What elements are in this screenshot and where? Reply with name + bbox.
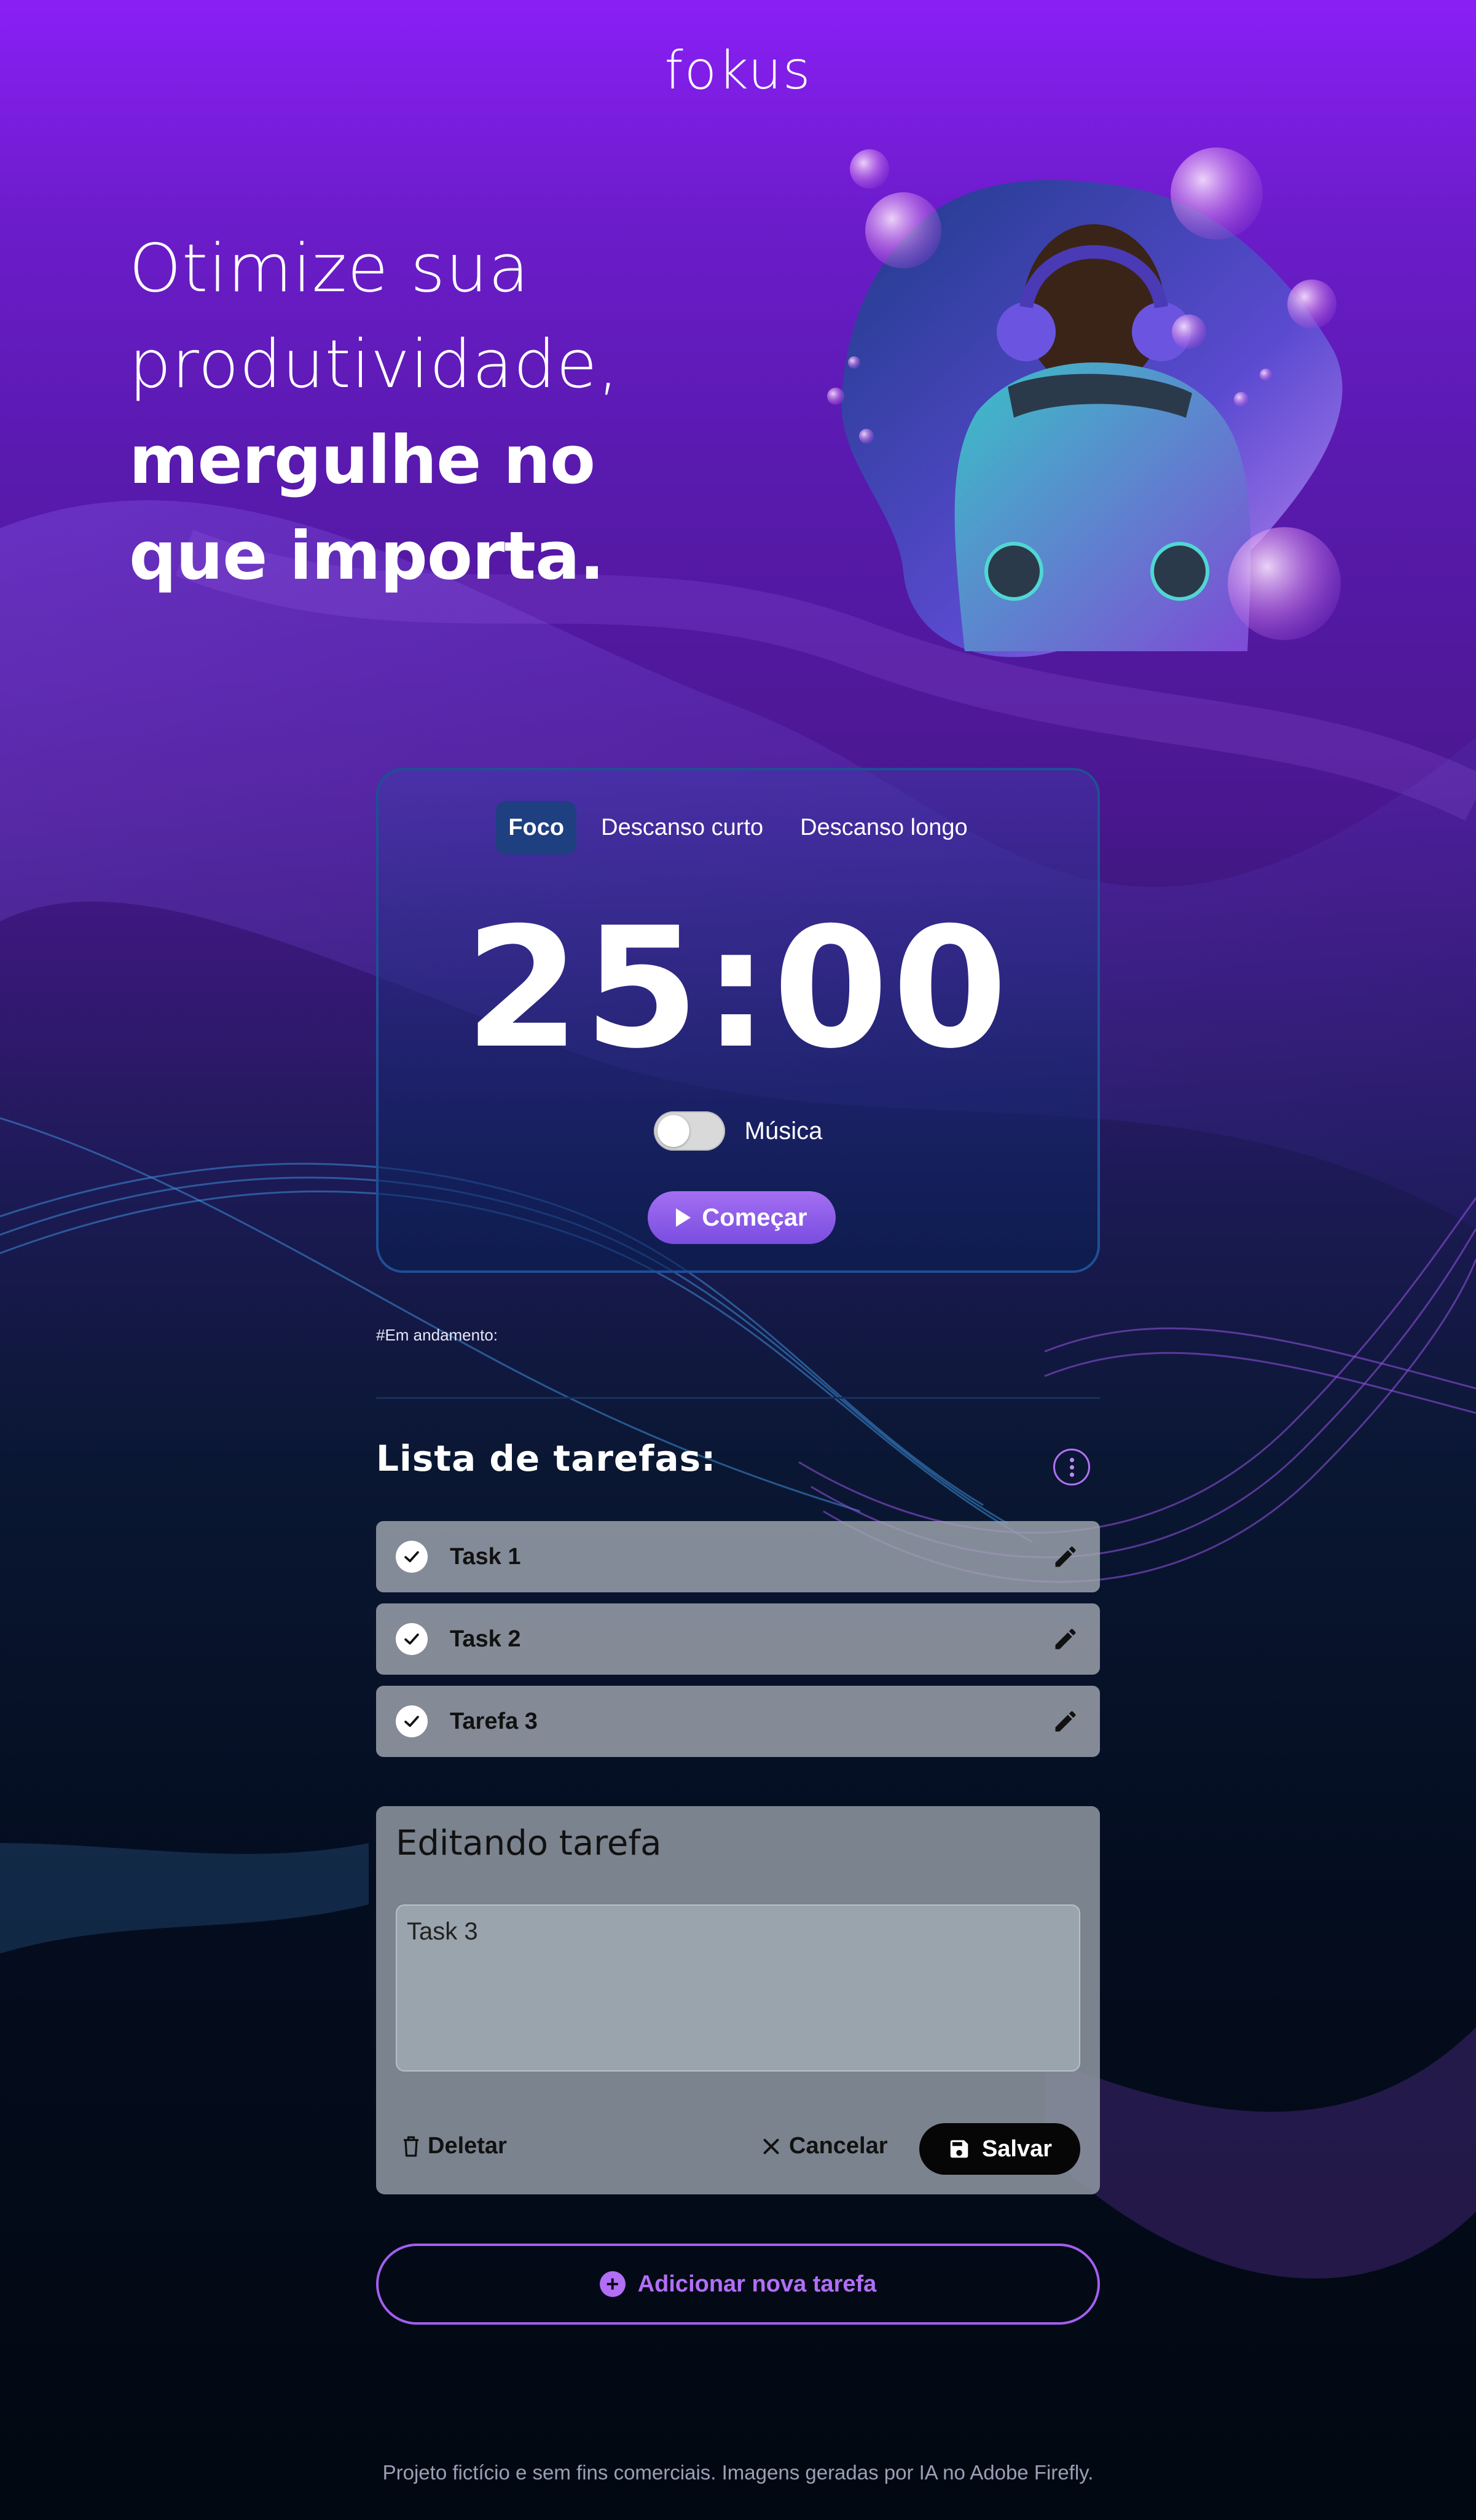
start-button-label: Começar [702, 1203, 807, 1231]
hero-line-1: Otimize sua [129, 230, 530, 307]
task-label: Task 2 [450, 1626, 521, 1652]
add-task-button[interactable]: + Adicionar nova tarefa [376, 2244, 1100, 2325]
timer-card: Foco Descanso curto Descanso longo 25:00… [376, 768, 1100, 1273]
section-divider [376, 1397, 1100, 1399]
timer-tabs: Foco Descanso curto Descanso longo [379, 801, 1097, 855]
check-circle-icon[interactable] [396, 1705, 428, 1737]
add-task-label: Adicionar nova tarefa [637, 2271, 877, 2297]
music-toggle-row: Música [379, 1111, 1097, 1151]
cancel-button[interactable]: Cancelar [762, 2133, 888, 2159]
pencil-icon[interactable] [1052, 1708, 1079, 1735]
timer-display: 25:00 [465, 891, 1011, 1085]
task-label: Task 1 [450, 1543, 521, 1570]
delete-button[interactable]: Deletar [402, 2133, 507, 2159]
edit-task-form: Editando tarefa Task 3 Deletar Cancelar … [376, 1806, 1100, 2194]
task-label: Tarefa 3 [450, 1708, 538, 1734]
pencil-icon[interactable] [1052, 1543, 1079, 1570]
tab-descanso-curto[interactable]: Descanso curto [589, 801, 775, 855]
task-list-title: Lista de tarefas: [376, 1438, 716, 1479]
task-description-textarea[interactable]: Task 3 [396, 1904, 1080, 2072]
edit-form-title: Editando tarefa [396, 1823, 662, 1863]
more-dot [1069, 1472, 1074, 1477]
pencil-icon[interactable] [1052, 1626, 1079, 1653]
close-icon [763, 2138, 779, 2154]
start-button[interactable]: Começar [648, 1191, 836, 1244]
floppy-disk-icon [950, 2140, 968, 2158]
check-circle-icon[interactable] [396, 1623, 428, 1655]
task-item[interactable]: Task 2 [376, 1603, 1100, 1675]
check-circle-icon[interactable] [396, 1541, 428, 1573]
more-options-button[interactable] [1053, 1449, 1090, 1485]
more-dot [1069, 1465, 1074, 1469]
hero-illustration [827, 147, 1343, 657]
tab-foco[interactable]: Foco [496, 801, 577, 855]
hero-heading: Otimize sua produtividade, mergulhe no q… [129, 221, 682, 605]
fokus-logo: fokus [664, 40, 812, 101]
hero-line-2: produtividade, [129, 326, 620, 403]
save-label: Salvar [981, 2135, 1053, 2162]
task-list: Task 1 Task 2 Tarefa 3 [376, 1521, 1100, 1768]
save-button[interactable]: Salvar [919, 2123, 1080, 2175]
hero-line-3: mergulhe no [129, 422, 595, 499]
cancel-label: Cancelar [789, 2133, 888, 2159]
play-icon [676, 1208, 691, 1227]
hero-line-4: que importa. [129, 518, 605, 595]
task-item[interactable]: Task 1 [376, 1521, 1100, 1592]
in-progress-label: #Em andamento: [376, 1326, 498, 1344]
toggle-knob [657, 1115, 689, 1147]
music-label: Música [744, 1117, 823, 1145]
delete-label: Deletar [428, 2133, 507, 2159]
footer-text: Projeto fictício e sem fins comerciais. … [382, 2461, 1094, 2484]
music-toggle[interactable] [653, 1111, 725, 1151]
more-vertical-icon [1069, 1457, 1074, 1462]
task-item[interactable]: Tarefa 3 [376, 1686, 1100, 1757]
tab-descanso-longo[interactable]: Descanso longo [788, 801, 980, 855]
plus-circle-icon: + [599, 2271, 626, 2297]
trash-icon [404, 2135, 418, 2157]
